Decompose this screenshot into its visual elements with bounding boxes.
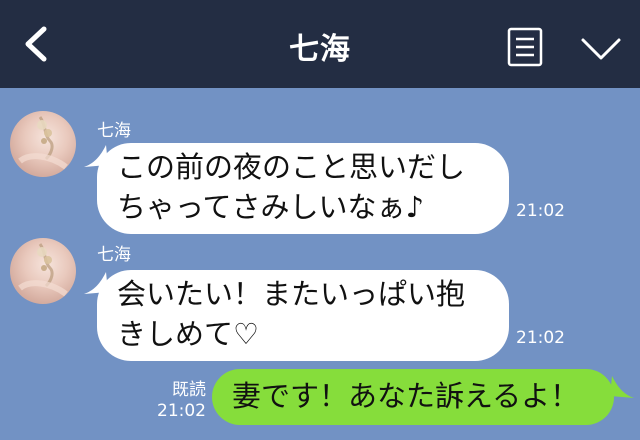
message-text-line: 会いたい！またいっぱい抱 [117,277,466,311]
contact-avatar[interactable] [10,238,76,304]
outgoing-message-bubble[interactable]: 妻です！あなた訴えるよ！ [212,369,614,425]
sender-name: 七海 [97,245,131,265]
bubble-tail [610,376,634,398]
chat-area[interactable]: 七海 この前の夜のこと思いだし ちゃってさみしいなぁ♪ 21:02 七海 会いた… [0,88,640,440]
menu-list-icon[interactable] [507,27,543,67]
message-text-line: この前の夜のこと思いだし [117,150,466,184]
read-label: 既読 [172,380,206,400]
read-receipt: 既読 21:02 [150,380,206,422]
incoming-message-bubble[interactable]: 会いたい！またいっぱい抱 きしめて♡ [97,270,509,361]
message-text-line: きしめて♡ [117,317,259,351]
message-text-line: ちゃってさみしいなぁ♪ [117,190,425,224]
message-timestamp: 21:02 [516,201,565,221]
sender-name: 七海 [97,121,131,141]
chat-title: 七海 [289,32,351,67]
message-text: 妻です！あなた訴えるよ！ [232,379,580,413]
message-timestamp: 21:02 [516,328,565,348]
incoming-message-bubble[interactable]: この前の夜のこと思いだし ちゃってさみしいなぁ♪ [97,143,509,234]
contact-avatar[interactable] [10,111,76,177]
message-timestamp: 21:02 [157,401,206,421]
chevron-down-icon[interactable] [580,36,622,62]
chat-header: 七海 [0,0,640,88]
